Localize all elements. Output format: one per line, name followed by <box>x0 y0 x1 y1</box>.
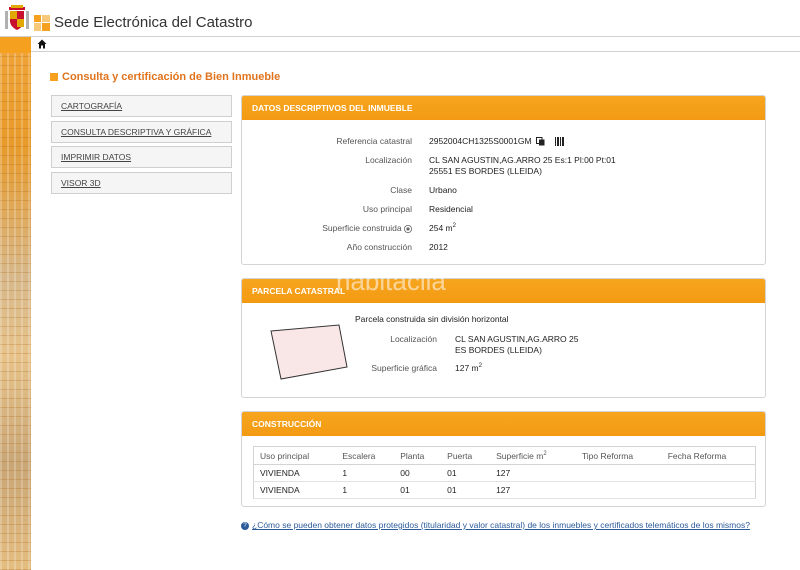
spanish-crest-icon <box>5 5 29 30</box>
cell-tipo-reforma <box>575 481 662 499</box>
menu-item-consulta-descriptiva[interactable]: CONSULTA DESCRIPTIVA Y GRÁFICA <box>51 120 232 143</box>
decorative-side-strip <box>0 37 31 570</box>
col-uso-principal: Uso principal <box>253 446 337 465</box>
clase-value: Urbano <box>429 185 457 195</box>
table-row: VIVIENDA 1 00 01 127 <box>253 464 756 482</box>
clase-label: Clase <box>390 185 412 195</box>
barcode-icon[interactable] <box>555 137 565 147</box>
copy-icon[interactable] <box>535 137 545 146</box>
parcela-superficie-value: 127 m2 <box>455 363 482 373</box>
superficie-value-text: 254 m <box>429 223 453 233</box>
table-header-row: Uso principal Escalera Planta Puerta Sup… <box>253 446 756 465</box>
menu-item-imprimir-datos[interactable]: IMPRIMIR DATOS <box>51 146 232 168</box>
parcela-panel-title: PARCELA CATASTRAL <box>242 279 765 303</box>
parcela-superficie-exp: 2 <box>478 363 482 370</box>
cell-fecha-reforma <box>661 464 756 482</box>
page-title: Consulta y certificación de Bien Inmuebl… <box>50 71 280 83</box>
col-fecha-reforma: Fecha Reforma <box>661 446 756 465</box>
parcela-localizacion-line2: ES BORDES (LLEIDA) <box>455 345 542 355</box>
cell-fecha-reforma <box>661 481 756 499</box>
info-icon[interactable] <box>404 224 412 233</box>
col-puerta: Puerta <box>441 446 491 465</box>
menu-item-cartografia[interactable]: CARTOGRAFÍA <box>51 95 232 117</box>
datos-descriptivos-panel: DATOS DESCRIPTIVOS DEL INMUEBLE Referenc… <box>241 95 766 265</box>
col-escalera: Escalera <box>336 446 395 465</box>
protected-data-link[interactable]: ? ¿Cómo se pueden obtener datos protegido… <box>241 520 750 530</box>
col-superficie-exp: 2 <box>543 450 547 457</box>
cell-tipo-reforma <box>575 464 662 482</box>
page-title-text: Consulta y certificación de Bien Inmuebl… <box>62 71 281 83</box>
table-row: VIVIENDA 1 01 01 127 <box>253 481 756 499</box>
cell-puerta: 01 <box>441 464 491 482</box>
anio-label: Año construcción <box>346 242 412 252</box>
localizacion-line1: CL SAN AGUSTIN,AG.ARRO 25 Es:1 Pl:00 Pt:… <box>429 155 616 165</box>
parcela-description: Parcela construida sin división horizont… <box>355 314 509 324</box>
uso-value: Residencial <box>429 204 473 214</box>
referencia-label: Referencia catastral <box>336 136 412 146</box>
cell-uso: VIVIENDA <box>253 464 337 482</box>
protected-data-link-text[interactable]: ¿Cómo se pueden obtener datos protegidos… <box>252 520 750 530</box>
localizacion-line2: 25551 ES BORDES (LLEIDA) <box>429 166 542 176</box>
superficie-value: 254 m2 <box>429 223 456 233</box>
col-superficie: Superficie m2 <box>490 446 576 465</box>
col-tipo-reforma: Tipo Reforma <box>575 446 662 465</box>
parcela-localizacion-label: Localización <box>390 334 437 344</box>
construccion-panel: CONSTRUCCIÓN Uso principal Escalera Plan… <box>241 411 766 507</box>
superficie-unit-exp: 2 <box>452 223 456 230</box>
col-planta: Planta <box>394 446 442 465</box>
cell-escalera: 1 <box>336 481 395 499</box>
cell-superficie: 127 <box>490 464 576 482</box>
home-icon[interactable] <box>37 39 47 49</box>
help-icon: ? <box>241 521 249 530</box>
parcela-catastral-panel: PARCELA CATASTRAL Parcela construida sin… <box>241 278 766 398</box>
uso-label: Uso principal <box>362 204 412 214</box>
parcela-localizacion-line1: CL SAN AGUSTIN,AG.ARRO 25 <box>455 334 579 344</box>
site-header: Sede Electrónica del Catastro <box>0 0 800 37</box>
cell-planta: 01 <box>394 481 442 499</box>
superficie-label: Superficie construida <box>272 223 412 233</box>
construccion-table: Uso principal Escalera Planta Puerta Sup… <box>253 446 756 499</box>
localizacion-label: Localización <box>365 155 412 165</box>
referencia-value: 2952004CH1325S0001GM <box>429 136 565 147</box>
referencia-text: 2952004CH1325S0001GM <box>429 136 532 146</box>
col-superficie-text: Superficie m <box>496 450 544 461</box>
construccion-panel-title: CONSTRUCCIÓN <box>242 412 765 436</box>
cell-puerta: 01 <box>441 481 491 499</box>
menu-item-visor-3d[interactable]: VISOR 3D <box>51 171 232 194</box>
cell-planta: 00 <box>394 464 442 482</box>
cell-uso: VIVIENDA <box>253 481 337 499</box>
cell-superficie: 127 <box>490 481 576 499</box>
anio-value: 2012 <box>429 242 448 252</box>
cell-escalera: 1 <box>336 464 395 482</box>
superficie-label-text: Superficie construida <box>322 223 402 233</box>
parcela-superficie-text: 127 m <box>455 363 479 373</box>
title-bullet-icon <box>50 73 58 82</box>
parcela-superficie-label: Superficie gráfica <box>371 363 437 373</box>
catastro-logo-icon <box>34 15 50 31</box>
nav-bar <box>0 37 800 52</box>
page: Sede Electrónica del Catastro Consulta y… <box>0 0 800 570</box>
site-title: Sede Electrónica del Catastro <box>54 14 253 31</box>
datos-panel-title: DATOS DESCRIPTIVOS DEL INMUEBLE <box>242 96 765 120</box>
side-menu: CARTOGRAFÍA CONSULTA DESCRIPTIVA Y GRÁFI… <box>51 95 232 197</box>
parcel-shape <box>270 324 348 380</box>
